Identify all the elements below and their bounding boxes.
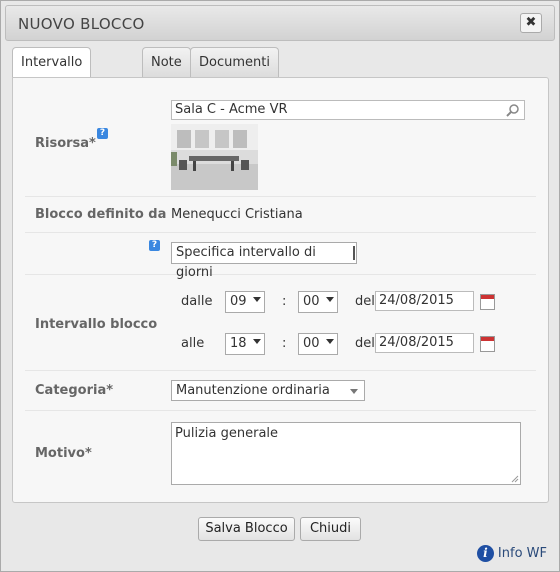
chevron-down-icon	[253, 339, 261, 344]
motivo-label: Motivo*	[35, 446, 92, 461]
chevron-down-icon	[326, 297, 334, 302]
definito-label: Blocco definito da	[35, 207, 167, 222]
del-label: del	[355, 336, 375, 351]
dialog-titlebar[interactable]: NUOVO BLOCCO ✖	[5, 5, 555, 41]
alle-hour-value: 18	[230, 336, 247, 351]
tab-documenti-allegati[interactable]: Documenti allegati	[190, 47, 279, 100]
definito-value: Menequcci Cristiana	[171, 207, 303, 222]
alle-minute-select[interactable]: 00	[298, 333, 338, 355]
close-icon[interactable]: ✖	[520, 13, 542, 33]
dalle-minute-value: 00	[303, 294, 320, 309]
risorsa-input[interactable]: Sala C - Acme VR	[171, 100, 525, 120]
help-icon[interactable]: ?	[97, 128, 108, 139]
motivo-value: Pulizia generale	[175, 426, 279, 441]
alle-date-value: 24/08/2015	[379, 335, 454, 350]
select-handle	[353, 246, 355, 260]
dalle-date-value: 24/08/2015	[379, 293, 454, 308]
intervallo-row: Intervallo blocco dalle 09 : 00 del 24/0…	[25, 274, 536, 371]
chevron-down-icon	[350, 389, 358, 394]
modalita-row: ? Specifica intervallo di giorni	[25, 232, 536, 280]
chevron-down-icon	[253, 297, 261, 302]
save-block-button[interactable]: Salva Blocco	[198, 517, 295, 541]
motivo-textarea[interactable]: Pulizia generale	[171, 422, 521, 485]
categoria-select[interactable]: Manutenzione ordinaria	[171, 380, 365, 401]
tab-panel: Risorsa* ? Sala C - Acme VR Blocco defin…	[12, 77, 549, 503]
time-separator: :	[282, 294, 287, 309]
calendar-icon[interactable]	[480, 336, 495, 352]
calendar-icon[interactable]	[480, 294, 495, 310]
tab-note[interactable]: Note	[142, 47, 191, 77]
time-separator: :	[282, 336, 287, 351]
tab-intervallo-blocco[interactable]: Intervallo blocco	[12, 47, 92, 100]
dalle-label: dalle	[181, 294, 213, 309]
modalita-select[interactable]: Specifica intervallo di giorni	[171, 242, 357, 280]
dalle-hour-select[interactable]: 09	[225, 291, 265, 313]
room-thumbnail	[171, 124, 258, 190]
alle-label: alle	[181, 336, 205, 351]
chevron-down-icon	[326, 339, 334, 344]
alle-date-input[interactable]: 24/08/2015	[375, 333, 474, 353]
definito-row: Blocco definito da Menequcci Cristiana	[25, 196, 536, 233]
dalle-date-input[interactable]: 24/08/2015	[375, 291, 474, 311]
help-icon[interactable]: ?	[149, 240, 160, 251]
categoria-selected: Manutenzione ordinaria	[176, 383, 330, 398]
categoria-label: Categoria*	[35, 383, 114, 398]
dialog-title: NUOVO BLOCCO	[18, 15, 145, 33]
risorsa-row: Risorsa* ? Sala C - Acme VR	[25, 88, 536, 197]
alle-minute-value: 00	[303, 336, 320, 351]
motivo-row: Motivo* Pulizia generale	[25, 410, 536, 494]
dalle-minute-select[interactable]: 00	[298, 291, 338, 313]
info-icon: i	[476, 545, 494, 562]
resize-handle-icon[interactable]	[511, 475, 519, 483]
new-block-dialog: NUOVO BLOCCO ✖ Intervallo blocco Note Do…	[0, 0, 560, 572]
info-wf-link[interactable]: i Info WF	[476, 545, 547, 562]
del-label: del	[355, 294, 375, 309]
categoria-row: Categoria* Manutenzione ordinaria	[25, 370, 536, 411]
intervallo-label: Intervallo blocco	[35, 317, 158, 332]
risorsa-label: Risorsa*	[35, 136, 96, 151]
info-wf-label: Info WF	[497, 546, 547, 561]
close-button[interactable]: Chiudi	[300, 517, 361, 541]
alle-hour-select[interactable]: 18	[225, 333, 265, 355]
risorsa-value: Sala C - Acme VR	[175, 102, 288, 117]
search-icon[interactable]	[506, 103, 520, 117]
dalle-hour-value: 09	[230, 294, 247, 309]
